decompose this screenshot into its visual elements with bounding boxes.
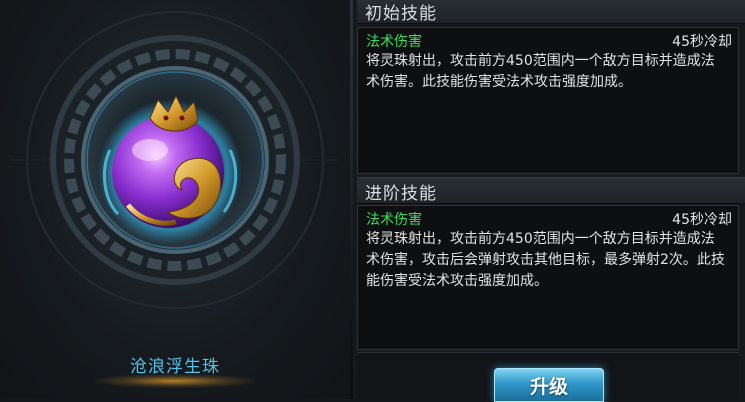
initial-skill-description: 将灵珠射出，攻击前方450范围内一个敌方目标并造成法术伤害。此技能伤害受法术攻击… — [366, 53, 715, 90]
upgrade-button[interactable]: 升级 — [494, 368, 604, 402]
orb-highlight — [132, 139, 168, 161]
advanced-skill-header: 进阶技能 — [357, 177, 745, 204]
initial-skill-name: 法术伤害 — [366, 34, 422, 50]
initial-skill-box: 法术伤害 45秒冷却 将灵珠射出，攻击前方450范围内一个敌方目标并造成法术伤害… — [357, 27, 739, 174]
advanced-skill-description: 将灵珠射出，攻击前方450范围内一个敌方目标并造成法术伤害，攻击后会弹射攻击其他… — [366, 231, 725, 289]
item-name-glow — [95, 374, 255, 388]
advanced-skill-title: 进阶技能 — [365, 184, 437, 204]
initial-skill-cooldown: 45秒冷却 — [672, 34, 732, 50]
skill-info-panel: 初始技能 法术伤害 45秒冷却 将灵珠射出，攻击前方450范围内一个敌方目标并造… — [353, 0, 745, 402]
action-bar: 升级 — [357, 352, 739, 402]
advanced-skill-box: 法术伤害 45秒冷却 将灵珠射出，攻击前方450范围内一个敌方目标并造成法术伤害… — [357, 205, 739, 350]
orb-artwork — [10, 11, 340, 309]
upgrade-button-label: 升级 — [529, 376, 568, 398]
advanced-skill-cooldown: 45秒冷却 — [672, 212, 732, 228]
advanced-skill-name: 法术伤害 — [366, 212, 422, 228]
initial-skill-header: 初始技能 — [357, 0, 745, 24]
initial-skill-title: 初始技能 — [365, 4, 437, 24]
item-showcase-panel: 沧浪浮生珠 — [0, 0, 350, 399]
